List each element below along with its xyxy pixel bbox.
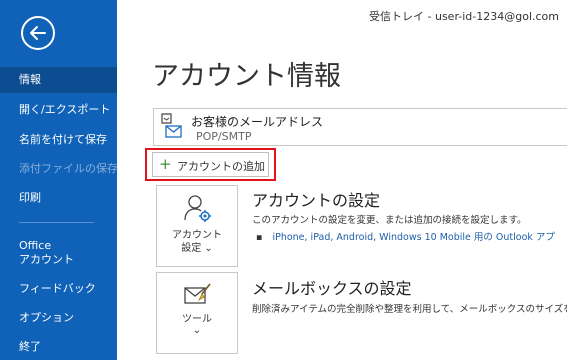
account-settings-button[interactable]: アカウント 設定 ⌄ bbox=[156, 185, 238, 267]
sidebar-item-save-attachments[interactable]: 添付ファイルの保存 bbox=[0, 156, 118, 182]
sidebar-item-print[interactable]: 印刷 bbox=[0, 185, 117, 211]
tools-button[interactable]: ツール ⌄ bbox=[156, 272, 238, 354]
account-email: お客様のメールアドレス bbox=[191, 115, 324, 129]
sidebar-item-save-as[interactable]: 名前を付けて保存 bbox=[0, 127, 117, 153]
plus-icon: + bbox=[159, 155, 172, 173]
sidebar-item-label: Office bbox=[19, 239, 52, 252]
sidebar-item-label: アカウント bbox=[19, 253, 74, 266]
account-type: POP/SMTP bbox=[196, 130, 252, 143]
tile-label: 設定 ⌄ bbox=[157, 242, 237, 255]
sidebar-item-exit[interactable]: 終了 bbox=[0, 334, 117, 360]
mobile-app-link-text[interactable]: iPhone, iPad, Android, Windows 10 Mobile… bbox=[272, 232, 554, 243]
sidebar-item-office-account[interactable]: Office アカウント bbox=[0, 236, 117, 270]
add-account-button[interactable]: + アカウントの追加 bbox=[152, 152, 269, 177]
back-arrow-icon[interactable] bbox=[21, 16, 55, 50]
window-title: 受信トレイ - user-id-1234@gol.com bbox=[369, 10, 559, 23]
mailbox-cleanup-icon bbox=[183, 280, 213, 312]
sidebar-divider bbox=[19, 222, 94, 223]
mail-account-icon bbox=[160, 112, 182, 142]
sidebar-item-open-export[interactable]: 開く/エクスポート bbox=[0, 97, 117, 123]
add-account-label: アカウントの追加 bbox=[177, 160, 265, 173]
chevron-down-icon: ⌄ bbox=[192, 325, 202, 336]
mailbox-settings-description: 削除済みアイテムの完全削除や整理を利用して、メールボックスのサイズを管理 bbox=[252, 304, 567, 315]
account-selector[interactable]: お客様のメールアドレス POP/SMTP bbox=[153, 108, 567, 146]
tile-label: アカウント bbox=[172, 230, 222, 241]
backstage-sidebar: 情報 開く/エクスポート 名前を付けて保存 添付ファイルの保存 印刷 Offic… bbox=[0, 0, 118, 360]
tile-label-line2: 設定 bbox=[181, 243, 202, 254]
sidebar-item-info[interactable]: 情報 bbox=[0, 67, 117, 93]
mobile-app-link[interactable]: ▪ iPhone, iPad, Android, Windows 10 Mobil… bbox=[256, 229, 555, 243]
sidebar-item-feedback[interactable]: フィードバック bbox=[0, 276, 117, 302]
sidebar-item-options[interactable]: オプション bbox=[0, 305, 117, 331]
page-title: アカウント情報 bbox=[152, 61, 341, 92]
chevron-down-icon: ⌄ bbox=[204, 243, 213, 254]
account-settings-description: このアカウントの設定を変更、または追加の接続を設定します。 bbox=[252, 215, 527, 226]
account-settings-title: アカウントの設定 bbox=[252, 191, 381, 210]
mailbox-settings-title: メールボックスの設定 bbox=[252, 279, 412, 298]
user-gear-icon bbox=[183, 193, 213, 225]
bullet-icon: ▪ bbox=[256, 232, 263, 243]
